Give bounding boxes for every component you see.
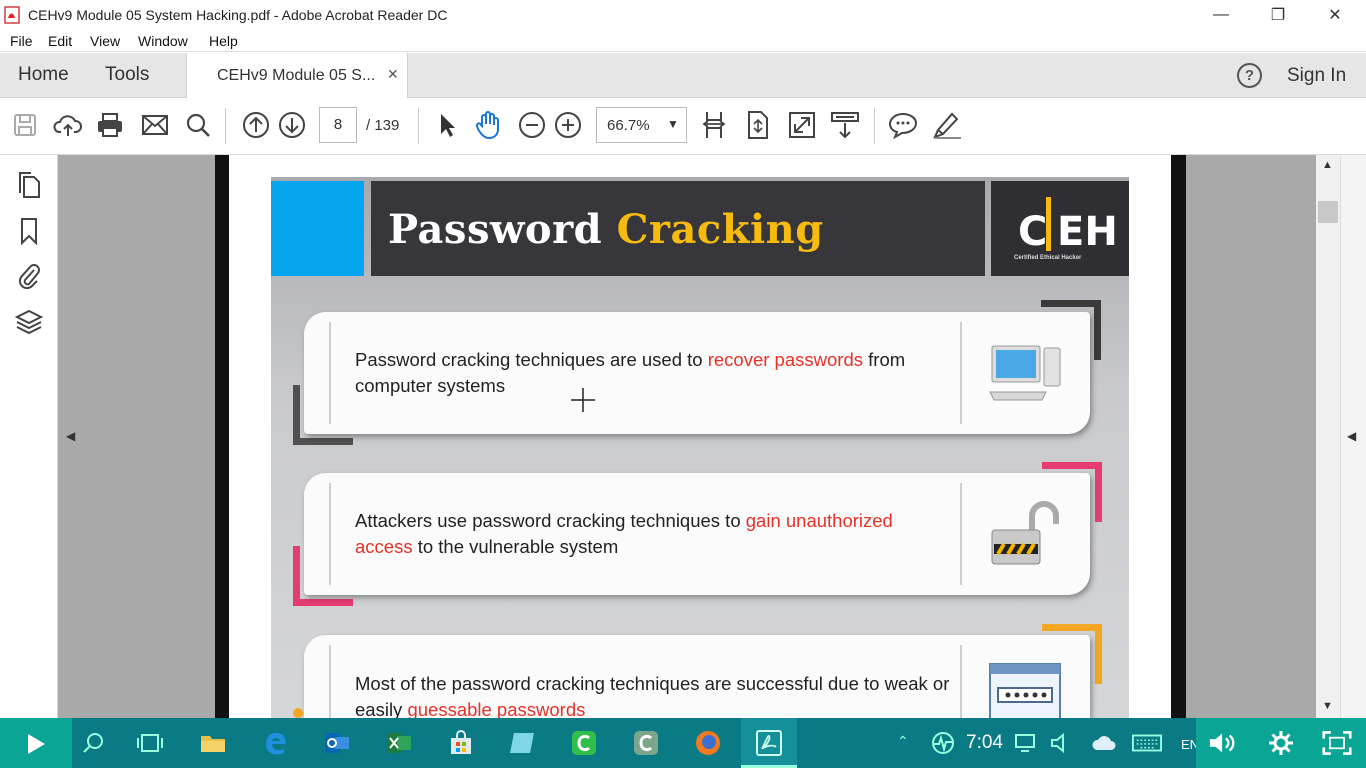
minimize-button[interactable]: — [1198,0,1244,30]
store-icon[interactable] [446,728,476,758]
card-text: Password cracking techniques are used to… [355,349,906,396]
password-window-icon [989,663,1061,718]
zoom-in-icon[interactable] [551,108,585,142]
layers-icon[interactable] [14,307,44,337]
fit-page-icon[interactable] [741,108,775,142]
print-icon[interactable] [93,108,127,142]
fullscreen-toggle-icon[interactable] [1322,728,1352,758]
search-icon[interactable] [181,108,215,142]
slide-header-accent [271,181,364,276]
card-divider [960,645,962,718]
pages-thumbnails-icon[interactable] [14,170,44,200]
page-total-label: / 139 [366,117,400,134]
comment-icon[interactable] [886,108,920,142]
document-tab-label: CEHv9 Module 05 S... [217,67,376,84]
camtasia-icon[interactable] [569,728,599,758]
show-hidden-icons-icon[interactable]: ⌃ [897,733,909,750]
file-explorer-icon[interactable] [198,728,228,758]
firefox-icon[interactable] [693,728,723,758]
bookmark-icon[interactable] [14,216,44,246]
scroll-down-icon[interactable]: ▼ [1322,700,1333,712]
zoom-level-value: 66.7% [607,117,650,134]
activity-icon[interactable] [928,728,958,758]
close-button[interactable]: ✕ [1312,0,1358,30]
fit-width-icon[interactable] [697,108,731,142]
card-bracket-bottom [293,708,303,718]
keyboard-icon[interactable] [1132,728,1162,758]
select-cursor-icon[interactable] [430,108,464,142]
restore-button[interactable]: ❐ [1255,0,1301,30]
crosshair-cursor-icon [571,388,595,412]
zoom-level-select[interactable]: 66.7% ▼ [596,107,687,143]
vertical-scrollbar[interactable] [1316,155,1340,718]
scroll-up-icon[interactable]: ▲ [1322,159,1333,171]
card-divider [329,645,331,718]
volume-icon[interactable] [1046,728,1076,758]
collapse-left-panel-icon[interactable]: ◀ [66,429,75,443]
taskbar-clock[interactable]: 7:04 [966,732,1003,754]
expand-right-panel-icon[interactable]: ◀ [1347,429,1356,443]
toolbar-divider [874,108,875,144]
svg-text:C: C [1018,209,1047,253]
tab-home[interactable]: Home [18,64,69,86]
volume-control-icon[interactable] [1208,728,1238,758]
scroll-mode-icon[interactable] [828,108,862,142]
onedrive-icon[interactable] [1089,728,1119,758]
card-divider [329,322,331,424]
open-padlock-icon [991,501,1059,565]
card-text: Attackers use password cracking techniqu… [355,510,893,557]
slide-title-yellow: Cracking [616,206,824,253]
edge-browser-icon[interactable] [260,728,290,758]
search-icon[interactable] [78,728,108,758]
menu-edit[interactable]: Edit [48,33,72,49]
help-icon[interactable]: ? [1237,63,1262,88]
hand-tool-icon[interactable] [472,108,506,142]
acrobat-icon[interactable] [754,728,784,758]
menu-bar [0,30,1366,52]
upload-cloud-icon[interactable] [51,108,85,142]
highlight-pen-icon[interactable] [930,108,964,142]
ceh-logo-subtitle: Certified Ethical Hacker [1014,255,1082,261]
next-page-icon[interactable] [275,108,309,142]
attachment-icon[interactable] [14,260,44,290]
pdf-file-icon [4,6,20,24]
settings-gear-icon[interactable] [1266,728,1296,758]
scrollbar-thumb[interactable] [1318,201,1338,223]
network-icon[interactable] [1011,728,1041,758]
zoom-out-icon[interactable] [515,108,549,142]
task-view-icon[interactable] [135,728,165,758]
menu-view[interactable]: View [90,33,120,49]
toolbar-divider [225,108,226,144]
camtasia-recorder-icon[interactable] [631,728,661,758]
save-icon[interactable] [8,108,42,142]
excel-icon[interactable] [384,728,414,758]
card-divider [329,483,331,585]
menu-file[interactable]: File [10,33,33,49]
card-divider [960,483,962,585]
app-icon[interactable] [507,728,537,758]
svg-text:EH: EH [1057,209,1118,253]
card-text: Most of the password cracking techniques… [355,673,950,718]
title-bar: CEHv9 Module 05 System Hacking.pdf - Ado… [0,0,1366,30]
play-button[interactable] [0,718,72,768]
menu-help[interactable]: Help [209,33,238,49]
sign-in-button[interactable]: Sign In [1287,65,1346,87]
page-number-input[interactable]: 8 [319,107,357,143]
chevron-down-icon: ▼ [667,117,679,131]
desktop-computer-icon [989,345,1061,401]
close-tab-icon[interactable]: ✕ [387,66,399,83]
slide-title: Password Cracking [388,206,824,253]
toolbar-divider [418,108,419,144]
tab-tools[interactable]: Tools [105,64,149,86]
tab-document[interactable]: CEHv9 Module 05 S... ✕ [186,53,408,98]
card-divider [960,322,962,424]
full-screen-icon[interactable] [785,108,819,142]
window-title: CEHv9 Module 05 System Hacking.pdf - Ado… [28,7,448,23]
ceh-logo-mark: C EH [1018,197,1118,253]
outlook-icon[interactable] [322,728,352,758]
previous-page-icon[interactable] [239,108,273,142]
slide-title-white: Password [388,206,603,253]
menu-window[interactable]: Window [138,33,188,49]
email-icon[interactable] [138,108,172,142]
